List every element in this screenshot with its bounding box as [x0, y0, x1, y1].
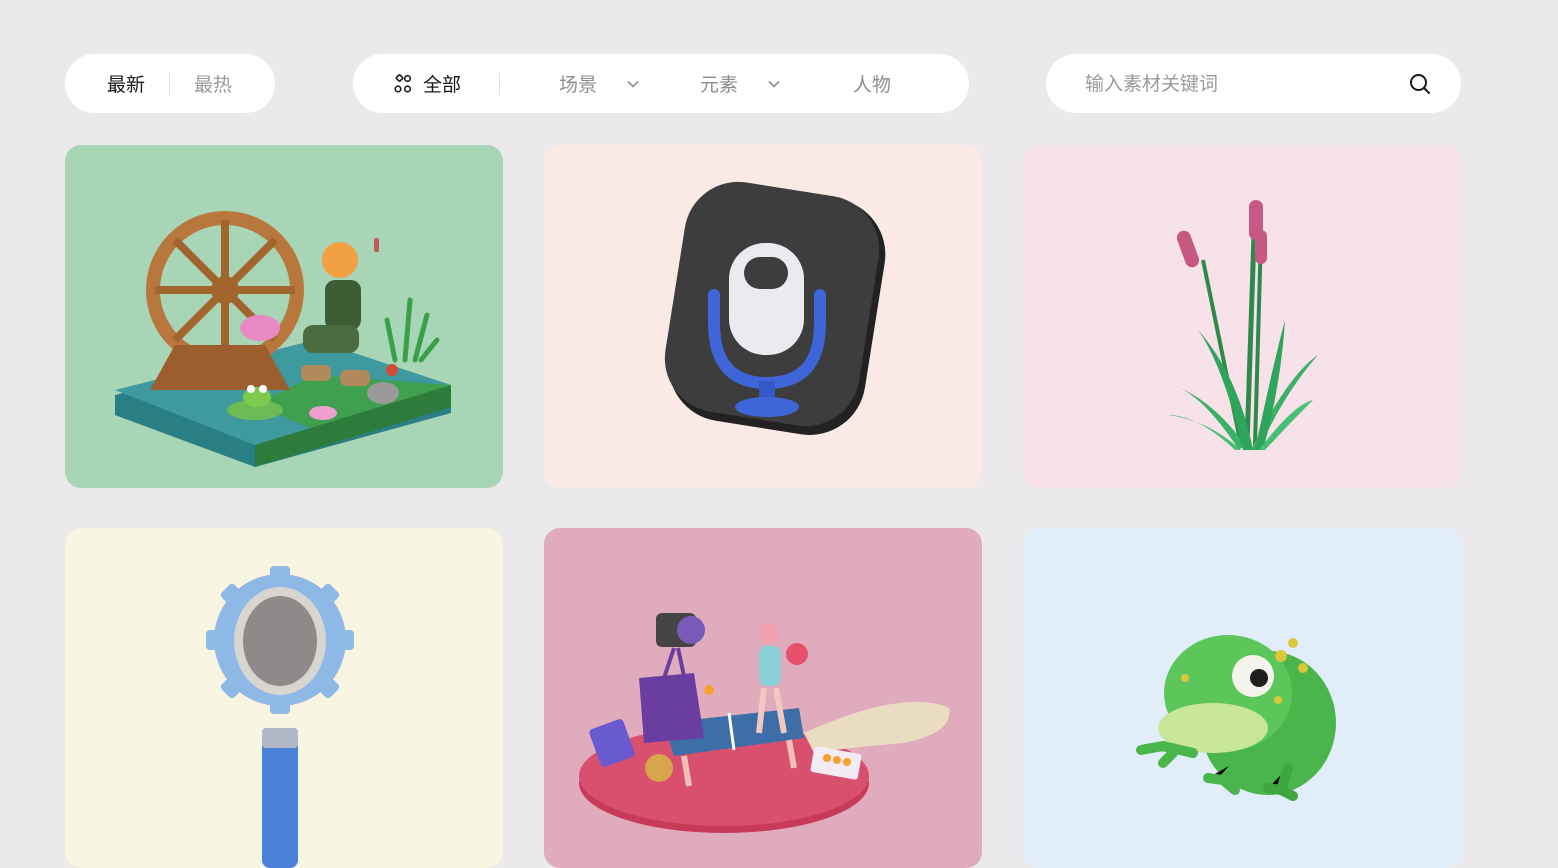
- cattail-plant-illustration: [1168, 200, 1318, 450]
- filter-all-label: 全部: [423, 74, 462, 96]
- water-wheel-scene-illustration: [115, 211, 451, 467]
- filter-scene-dropdown[interactable]: 场景: [559, 70, 639, 97]
- asset-card-gear-magnifier[interactable]: [65, 528, 503, 868]
- asset-card-microphone-icon[interactable]: [544, 145, 982, 488]
- category-filter-bar: 全部 场景 元素 人物: [353, 54, 969, 113]
- search-bar: [1046, 54, 1461, 113]
- green-frog-illustration: [1136, 635, 1336, 801]
- filter-all-button[interactable]: 全部: [393, 70, 461, 97]
- filter-element-dropdown[interactable]: 元素: [700, 70, 780, 97]
- gear-magnifier-illustration: [206, 566, 354, 868]
- divider: [499, 72, 501, 95]
- divider: [169, 72, 171, 95]
- sort-toggle: 最新 最热: [65, 54, 275, 113]
- sort-hottest-tab[interactable]: 最热: [194, 70, 232, 97]
- asset-card-water-wheel-scene[interactable]: [65, 145, 503, 488]
- asset-card-cattail-plant[interactable]: [1023, 145, 1461, 488]
- chevron-down-icon: [627, 80, 639, 88]
- search-icon[interactable]: [1409, 73, 1431, 95]
- sort-latest-tab[interactable]: 最新: [107, 70, 145, 97]
- grid-icon: [394, 73, 412, 93]
- microphone-icon: [664, 181, 886, 435]
- asset-card-ping-pong-scene[interactable]: [544, 528, 982, 868]
- filter-scene-label: 场景: [559, 74, 598, 96]
- filter-element-label: 元素: [700, 74, 739, 96]
- filter-character-label: 人物: [853, 74, 892, 96]
- search-input[interactable]: [1083, 71, 1387, 96]
- filter-character-button[interactable]: 人物: [853, 70, 891, 97]
- asset-card-green-frog[interactable]: [1023, 528, 1461, 868]
- chevron-down-icon: [768, 80, 780, 88]
- ping-pong-scene-illustration: [579, 613, 950, 833]
